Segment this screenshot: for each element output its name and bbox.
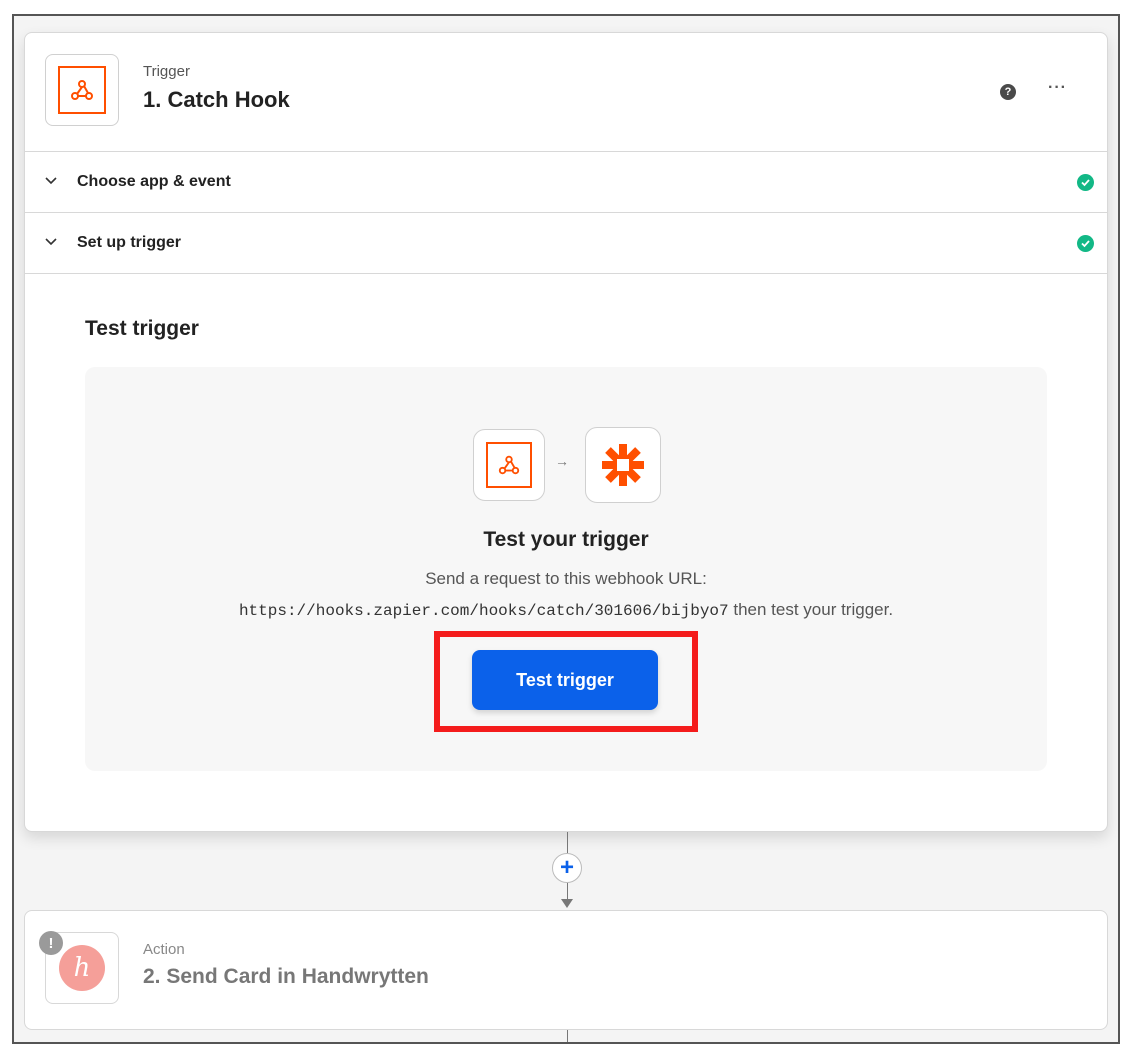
- trigger-step-header[interactable]: Trigger 1. Catch Hook ? ···: [25, 33, 1107, 152]
- question-icon[interactable]: ?: [1000, 84, 1016, 100]
- test-instruction-url-line: https://hooks.zapier.com/hooks/catch/301…: [85, 600, 1047, 620]
- step-type-label: Trigger: [143, 63, 190, 80]
- section-choose-app-event[interactable]: Choose app & event: [25, 152, 1107, 213]
- trigger-step-card: Trigger 1. Catch Hook ? ··· Choose app &…: [24, 32, 1108, 832]
- webhook-url[interactable]: https://hooks.zapier.com/hooks/catch/301…: [239, 602, 729, 620]
- webhook-icon: [498, 455, 520, 475]
- section-set-up-trigger[interactable]: Set up trigger: [25, 213, 1107, 274]
- chevron-down-icon: [45, 177, 57, 185]
- test-instruction-suffix: then test your trigger.: [728, 600, 894, 619]
- webhook-icon: [71, 80, 93, 100]
- zapier-asterisk-icon: [602, 444, 644, 486]
- section-label: Choose app & event: [77, 173, 231, 190]
- test-instruction: Send a request to this webhook URL:: [425, 569, 707, 588]
- test-trigger-panel: → Test your trigger Send a request to th…: [85, 367, 1047, 771]
- check-circle-icon: [1077, 173, 1094, 191]
- check-circle-icon: [1077, 234, 1094, 252]
- connector-line: [567, 832, 568, 853]
- zapier-app-tile: [585, 427, 661, 503]
- step-title: 1. Catch Hook: [143, 87, 290, 112]
- ellipsis-icon[interactable]: ···: [1048, 79, 1067, 97]
- webhook-app-tile: [45, 54, 119, 126]
- test-trigger-section-title: Test trigger: [85, 317, 199, 340]
- handwrytten-logo: h: [59, 945, 105, 991]
- webhook-app-tile-small: [473, 429, 545, 501]
- editor-canvas: Trigger 1. Catch Hook ? ··· Choose app &…: [12, 14, 1120, 1044]
- chevron-down-icon: [45, 238, 57, 246]
- arrow-right-icon: →: [555, 453, 569, 469]
- arrow-down-icon: [561, 899, 573, 908]
- test-heading: Test your trigger: [483, 528, 649, 551]
- section-label: Set up trigger: [77, 234, 182, 251]
- test-trigger-button[interactable]: Test trigger: [472, 650, 658, 710]
- connector-line: [567, 1030, 568, 1042]
- add-step-button[interactable]: +: [552, 853, 582, 883]
- step-title: 2. Send Card in Handwrytten: [143, 965, 429, 988]
- step-type-label: Action: [143, 941, 185, 958]
- warning-icon: !: [39, 931, 63, 955]
- action-step-card[interactable]: ! h Action 2. Send Card in Handwrytten: [24, 910, 1108, 1030]
